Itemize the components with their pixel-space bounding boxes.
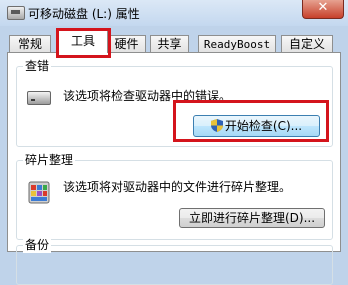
backup-group: 备份 [16, 238, 333, 285]
tab-hardware[interactable]: 硬件 [107, 35, 146, 53]
error-check-title: 查错 [23, 59, 52, 74]
drive-icon [7, 6, 25, 20]
drive-icon [27, 91, 51, 105]
defrag-icon [28, 181, 50, 204]
close-button[interactable]: ✕ [302, 0, 344, 19]
defrag-group: 碎片整理 该选项将对驱动器中的文件进行碎片整理。 立即进行碎片整理(D)... [16, 153, 333, 240]
defrag-now-button[interactable]: 立即进行碎片整理(D)... [179, 208, 325, 228]
title-bar: 可移动磁盘 (L:) 属性 ✕ [0, 0, 348, 26]
tab-sharing[interactable]: 共享 [150, 35, 189, 53]
tab-strip: 常规 工具 硬件 共享 ReadyBoost 自定义 [0, 29, 348, 53]
tools-panel: 查错 该选项将检查驱动器中的错误。 开始检查(C)... 碎片整理 该选项将对驱… [7, 52, 341, 285]
defrag-description: 该选项将对驱动器中的文件进行碎片整理。 [63, 180, 292, 194]
tab-readyboost[interactable]: ReadyBoost [198, 35, 276, 53]
backup-title: 备份 [23, 238, 52, 253]
tab-general[interactable]: 常规 [9, 35, 51, 53]
window-title: 可移动磁盘 (L:) 属性 [28, 7, 140, 21]
button-highlight-box [173, 100, 329, 142]
defrag-title: 碎片整理 [23, 153, 76, 168]
tab-highlight-box [56, 28, 111, 58]
tab-customize[interactable]: 自定义 [281, 35, 333, 53]
